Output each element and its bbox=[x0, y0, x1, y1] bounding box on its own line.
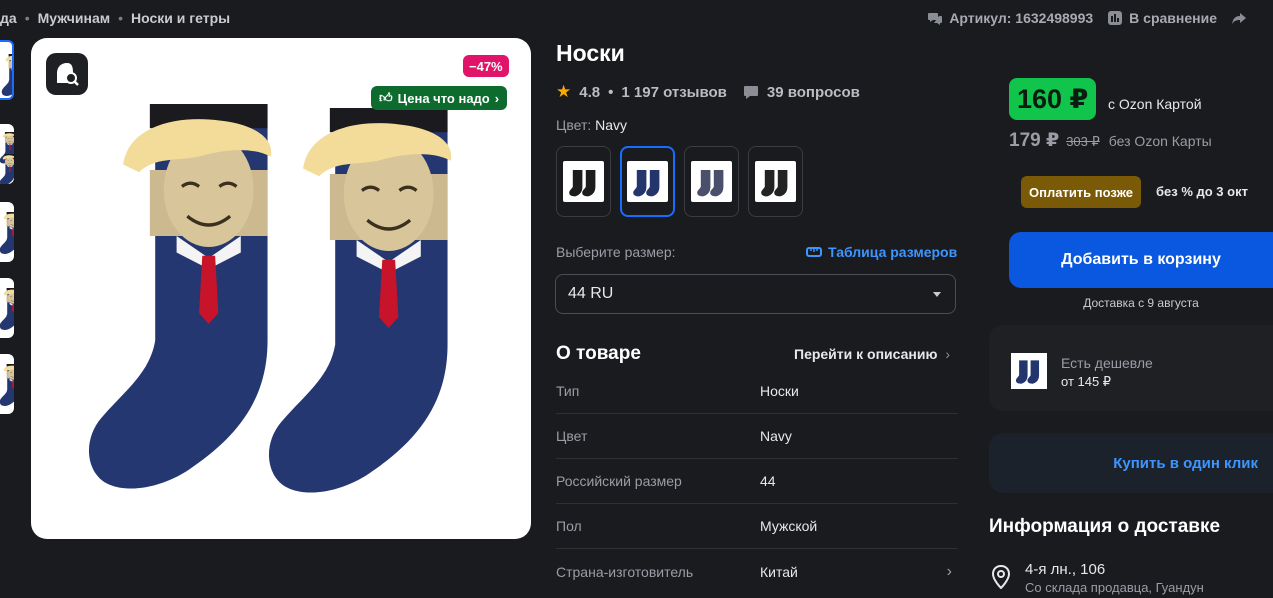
thumbnail-image bbox=[0, 131, 14, 184]
questions-link[interactable]: 39 вопросов bbox=[767, 84, 860, 101]
color-swatch[interactable] bbox=[684, 146, 739, 217]
color-swatch[interactable] bbox=[748, 146, 803, 217]
spec-key: Тип bbox=[556, 383, 580, 399]
spec-key: Пол bbox=[556, 518, 582, 534]
with-card-label: с Ozon Картой bbox=[1108, 96, 1202, 112]
chevron-right-icon: › bbox=[494, 90, 500, 106]
delivery-address[interactable]: 4-я лн., 106 bbox=[1025, 561, 1105, 578]
location-pin-icon bbox=[991, 565, 1011, 589]
spec-row: Тип Носки bbox=[556, 369, 958, 414]
size-table-link[interactable]: Таблица размеров bbox=[806, 244, 957, 260]
color-swatch-selected[interactable] bbox=[620, 146, 675, 217]
swatch-image bbox=[563, 161, 604, 202]
color-swatches bbox=[556, 146, 803, 217]
caret-down-icon bbox=[933, 291, 941, 297]
compare-button[interactable]: В сравнение bbox=[1107, 10, 1217, 26]
cheaper-offer-title: Есть дешевле bbox=[1061, 355, 1153, 371]
breadcrumb-item[interactable]: да bbox=[0, 10, 17, 26]
cheaper-offer-price: от 145 ₽ bbox=[1061, 374, 1112, 389]
specs-table: Тип Носки Цвет Navy Российский размер 44… bbox=[556, 369, 958, 594]
thumbnail[interactable] bbox=[0, 202, 14, 262]
header-actions: Артикул: 1632498993 В сравнение bbox=[927, 8, 1247, 28]
spec-value: Мужской bbox=[760, 518, 818, 534]
chat-bubbles-icon bbox=[928, 13, 943, 25]
page-title: Носки bbox=[556, 40, 625, 66]
go-to-description-link[interactable]: Перейти к описанию › bbox=[794, 346, 950, 362]
pay-later-button[interactable]: Оплатить позже bbox=[1021, 176, 1141, 208]
thumbs-up-icon: 👍︎ bbox=[379, 90, 393, 105]
breadcrumb-separator: • bbox=[24, 10, 30, 26]
ruler-icon bbox=[806, 247, 822, 257]
card-price: 160 ₽ bbox=[1009, 78, 1097, 120]
cheaper-offer[interactable]: Есть дешевле от 145 ₽ bbox=[989, 325, 1273, 411]
cheaper-offer-image bbox=[1011, 353, 1047, 389]
thumbnail[interactable] bbox=[0, 40, 14, 100]
spec-value: Китай bbox=[760, 563, 798, 580]
old-price: 303 ₽ bbox=[1066, 134, 1100, 149]
spec-key: Российский размер bbox=[556, 473, 682, 489]
spec-row: Цвет Navy bbox=[556, 414, 958, 459]
spec-key: Страна-изготовитель bbox=[556, 563, 694, 580]
reviews-link[interactable]: 1 197 отзывов bbox=[621, 84, 727, 101]
breadcrumb: да • Мужчинам • Носки и гетры bbox=[0, 8, 230, 28]
swatch-image bbox=[691, 161, 732, 202]
product-photo bbox=[31, 38, 531, 539]
buy-one-click-button[interactable]: Купить в один клик bbox=[989, 433, 1273, 493]
spec-row[interactable]: Страна-изготовитель Китай › bbox=[556, 549, 958, 594]
spec-value: Носки bbox=[760, 383, 799, 399]
star-icon: ★ bbox=[556, 82, 572, 101]
good-price-badge[interactable]: 👍︎ Цена что надо › bbox=[371, 86, 508, 110]
color-label: Цвет: Navy bbox=[556, 117, 628, 133]
thumbnail[interactable] bbox=[0, 354, 14, 414]
delivery-info-title: Информация о доставке bbox=[989, 516, 1221, 537]
size-select-value: 44 RU bbox=[568, 285, 614, 302]
thumbnail-image bbox=[0, 287, 14, 331]
breadcrumb-item[interactable]: Носки и гетры bbox=[131, 10, 230, 26]
separator-dot: • bbox=[608, 83, 614, 101]
about-title: О товаре bbox=[556, 343, 641, 364]
size-label: Выберите размер: bbox=[556, 244, 676, 260]
delivery-date: Доставка с 9 августа bbox=[1083, 296, 1199, 310]
thumbnail-image bbox=[0, 363, 14, 407]
rating-row: ★ 4.8 • 1 197 отзывов 39 вопросов bbox=[556, 82, 860, 102]
chevron-right-icon[interactable]: › bbox=[947, 563, 952, 581]
product-image[interactable] bbox=[31, 38, 531, 539]
rating-value: 4.8 bbox=[579, 83, 601, 101]
spec-value: Navy bbox=[760, 428, 792, 444]
breadcrumb-separator: • bbox=[118, 10, 124, 26]
article-number[interactable]: Артикул: 1632498993 bbox=[927, 10, 1093, 26]
thumbnail-image bbox=[1, 53, 12, 97]
thumbnail-image bbox=[0, 211, 14, 255]
installment-terms: без % до 3 окт bbox=[1156, 184, 1248, 199]
image-search-button[interactable] bbox=[46, 53, 88, 95]
color-value: Navy bbox=[595, 117, 628, 133]
thumbnail[interactable] bbox=[0, 278, 14, 338]
compare-icon bbox=[1108, 11, 1123, 25]
spec-key: Цвет bbox=[556, 428, 588, 444]
spec-row: Российский размер 44 bbox=[556, 459, 958, 504]
question-bubble-icon bbox=[743, 86, 758, 99]
color-swatch[interactable] bbox=[556, 146, 611, 217]
spec-row: Пол Мужской bbox=[556, 504, 958, 549]
add-to-cart-button[interactable]: Добавить в корзину bbox=[1009, 232, 1273, 288]
without-card-label: без Ozon Карты bbox=[1108, 133, 1212, 149]
discount-badge: −47% bbox=[463, 55, 509, 77]
regular-price: 179 ₽ bbox=[1009, 130, 1060, 151]
share-icon[interactable] bbox=[1231, 10, 1247, 26]
spec-value: 44 bbox=[760, 473, 776, 489]
image-search-icon bbox=[57, 63, 79, 86]
thumbnail[interactable] bbox=[0, 124, 14, 184]
swatch-image bbox=[627, 161, 668, 202]
breadcrumb-item[interactable]: Мужчинам bbox=[38, 10, 111, 26]
price-row: 179 ₽ 303 ₽ без Ozon Карты bbox=[1009, 129, 1212, 152]
chevron-right-icon: › bbox=[945, 346, 951, 362]
size-select[interactable]: 44 RU bbox=[555, 274, 956, 314]
swatch-image bbox=[755, 161, 796, 202]
delivery-source: Со склада продавца, Гуандун bbox=[1025, 580, 1204, 595]
